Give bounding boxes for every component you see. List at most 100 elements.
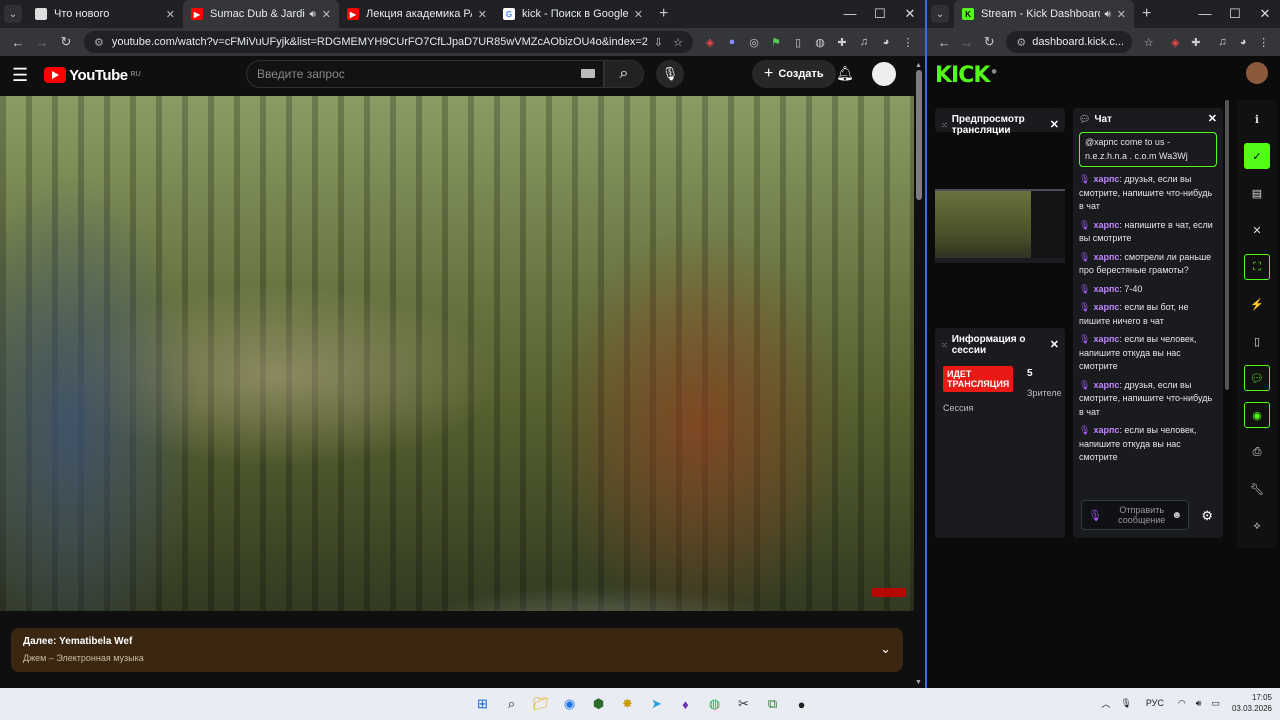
file-explorer-icon[interactable]: 📁︎: [526, 692, 555, 716]
close-icon[interactable]: ✕: [1208, 114, 1217, 125]
clock[interactable]: 17:05 03.03.2026: [1232, 692, 1272, 714]
puzzle-icon[interactable]: ✚: [831, 31, 853, 53]
extension-icon[interactable]: ◈: [1165, 31, 1186, 53]
close-icon[interactable]: ✕: [634, 8, 643, 21]
info-icon[interactable]: ℹ: [1244, 106, 1270, 132]
volume-icon[interactable]: 🔊︎: [1196, 698, 1202, 709]
chat-scrollbar[interactable]: [1225, 100, 1229, 390]
scrollbar-thumb[interactable]: [916, 70, 922, 200]
chrome-icon[interactable]: ◉: [555, 692, 584, 716]
app-purple-icon[interactable]: ♦: [671, 692, 700, 716]
lightning-icon[interactable]: ⚡: [1244, 291, 1270, 317]
bookmark-star-icon[interactable]: ☆: [673, 36, 683, 49]
close-icon[interactable]: ✕: [1244, 217, 1270, 243]
chat-username[interactable]: харпс: [1093, 334, 1119, 344]
url-field[interactable]: ⚙ youtube.com/watch?v=cFMiVuUFyjk&list=R…: [84, 31, 693, 53]
close-icon[interactable]: ✕: [1117, 8, 1126, 21]
close-icon[interactable]: ✕: [1050, 119, 1059, 131]
drag-handle-icon[interactable]: ⁙: [941, 340, 948, 351]
puzzle-icon[interactable]: ✚: [1186, 31, 1207, 53]
broadcast-icon[interactable]: ◉: [1244, 402, 1270, 428]
telegram-icon[interactable]: ➤: [642, 692, 671, 716]
extension-icon[interactable]: ◈: [699, 31, 721, 53]
tab-search-button[interactable]: ⌄: [931, 5, 949, 23]
url-field[interactable]: ⚙ dashboard.kick.c...: [1006, 31, 1133, 53]
maximize-icon[interactable]: ☐: [1220, 0, 1250, 28]
hamburger-menu-icon[interactable]: ☰: [12, 65, 28, 86]
maximize-icon[interactable]: ☐: [865, 0, 895, 28]
tab-lecture[interactable]: ▶ Лекция академика РАН А. А. ✕: [339, 0, 495, 28]
avatar[interactable]: [1246, 62, 1268, 84]
checkmark-icon[interactable]: ✓: [1244, 143, 1270, 169]
chat-username[interactable]: харпс: [1093, 380, 1119, 390]
forward-icon[interactable]: →: [30, 35, 54, 50]
reload-icon[interactable]: ↻: [978, 34, 1000, 50]
close-window-icon[interactable]: ✕: [1250, 0, 1280, 28]
share-icon[interactable]: ⟡: [1244, 513, 1270, 539]
youtube-logo[interactable]: YouTube RU: [44, 67, 141, 84]
search-icon[interactable]: ⌕: [497, 692, 526, 716]
drag-handle-icon[interactable]: ⁙: [941, 120, 948, 131]
extension-icon[interactable]: ⚑: [765, 31, 787, 53]
close-icon[interactable]: ✕: [1050, 339, 1059, 351]
printer-icon[interactable]: ⎙: [1244, 439, 1270, 465]
reload-icon[interactable]: ↻: [54, 34, 78, 50]
avatar[interactable]: [872, 62, 896, 86]
windows-start-icon[interactable]: ⊞: [468, 692, 497, 716]
tab-youtube-video[interactable]: ▶ Sumac Dub & Jardin Secret 🔊︎ ✕: [183, 0, 339, 28]
menu-kebab-icon[interactable]: ⋮: [897, 31, 919, 53]
close-icon[interactable]: ✕: [322, 8, 331, 21]
tab-search-button[interactable]: ⌄: [4, 5, 22, 23]
microphone-icon[interactable]: 🎙︎: [1120, 698, 1131, 709]
app-green-icon[interactable]: ◍: [700, 692, 729, 716]
tab-kick-dashboard[interactable]: K Stream - Kick Dashboard 🔊︎ ✕: [954, 0, 1134, 28]
app-network-icon[interactable]: ⧉: [758, 692, 787, 716]
media-controls-icon[interactable]: ♫: [1212, 31, 1233, 53]
kick-logo[interactable]: KICK ●: [935, 63, 997, 88]
new-tab-button[interactable]: +: [1134, 5, 1159, 23]
close-window-icon[interactable]: ✕: [895, 0, 925, 28]
youtube-watermark-icon[interactable]: [872, 588, 906, 597]
speaker-icon[interactable]: 🔊︎: [1104, 9, 1110, 20]
chat-message-list[interactable]: @харпс come to us - n.e.z.h.n.a . c.o.m …: [1079, 132, 1217, 470]
new-tab-button[interactable]: +: [651, 5, 676, 23]
media-controls-icon[interactable]: ♫: [853, 31, 875, 53]
app-shield-icon[interactable]: ⬢: [584, 692, 613, 716]
extension-icon[interactable]: ▯: [787, 31, 809, 53]
extension-icon[interactable]: ◍: [809, 31, 831, 53]
chat-username[interactable]: харпс: [1093, 252, 1119, 262]
chat-username[interactable]: харпс: [1093, 220, 1119, 230]
app-tools-icon[interactable]: ✂: [729, 692, 758, 716]
back-icon[interactable]: ←: [6, 35, 30, 50]
keyboard-icon[interactable]: [581, 69, 595, 78]
profile-icon[interactable]: ◕: [1233, 31, 1254, 53]
stream-preview-thumbnail[interactable]: [935, 189, 1065, 263]
chevron-up-icon[interactable]: ︿: [1101, 697, 1110, 710]
minimize-icon[interactable]: —: [835, 0, 865, 28]
chat-username[interactable]: харпс: [1093, 174, 1119, 184]
chat-icon[interactable]: 💬︎: [1244, 365, 1270, 391]
bookmark-star-icon[interactable]: ☆: [1138, 31, 1159, 53]
search-button[interactable]: ⌕: [604, 60, 644, 88]
close-icon[interactable]: ✕: [166, 8, 175, 21]
site-info-icon[interactable]: ⚙: [1016, 36, 1026, 49]
screen-capture-icon[interactable]: ⛶: [1244, 254, 1270, 280]
chat-username[interactable]: харпс: [1093, 284, 1119, 294]
extension-icon[interactable]: ●: [721, 31, 743, 53]
close-icon[interactable]: ✕: [478, 8, 487, 21]
page-scrollbar[interactable]: ▲ ▼: [914, 62, 925, 688]
wrench-icon[interactable]: 🔧︎: [1244, 476, 1270, 502]
app-record-icon[interactable]: ●: [787, 692, 816, 716]
search-input[interactable]: Введите запрос: [246, 60, 604, 88]
minimize-icon[interactable]: —: [1190, 0, 1220, 28]
speaker-icon[interactable]: 🔊︎: [309, 9, 315, 20]
scroll-down-icon[interactable]: ▼: [915, 679, 922, 686]
wifi-icon[interactable]: ◠: [1178, 698, 1186, 709]
menu-kebab-icon[interactable]: ⋮: [1253, 31, 1274, 53]
next-up-card[interactable]: Далее: Yematibela Wef Джем – Электронная…: [11, 628, 903, 672]
voice-search-button[interactable]: 🎙︎: [656, 60, 684, 88]
tab-whats-new[interactable]: Что нового ✕: [27, 0, 183, 28]
extension-icon[interactable]: ◎: [743, 31, 765, 53]
document-icon[interactable]: ▯: [1244, 328, 1270, 354]
app-star-icon[interactable]: ✸: [613, 692, 642, 716]
